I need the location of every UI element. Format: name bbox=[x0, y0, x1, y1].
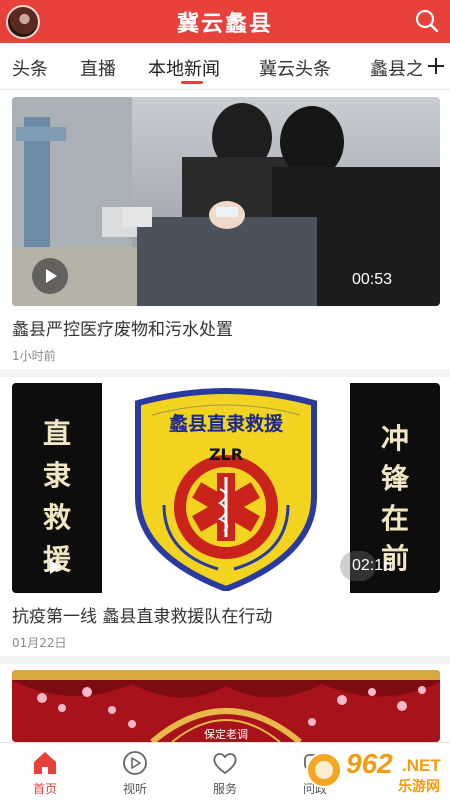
video-duration: 00:53 bbox=[352, 271, 393, 288]
feed-separator bbox=[0, 656, 450, 664]
nav-audio-video[interactable]: 视听 bbox=[100, 743, 170, 800]
tab-jiyun-headlines[interactable]: 冀云头条 bbox=[259, 55, 331, 81]
tab-live[interactable]: 直播 bbox=[80, 55, 116, 81]
watermark-brand: 962 bbox=[346, 748, 393, 779]
news-card[interactable]: 00:53 蠡县严控医疗废物和污水处置 1小时前 bbox=[12, 97, 440, 364]
watermark-tagline: 乐游网 bbox=[398, 779, 440, 795]
news-title[interactable]: 蠡县严控医疗废物和污水处置 bbox=[12, 315, 440, 340]
home-icon bbox=[34, 752, 56, 774]
play-icon[interactable] bbox=[36, 549, 72, 585]
play-icon[interactable] bbox=[32, 258, 68, 294]
heart-icon bbox=[213, 753, 237, 775]
video-thumbnail[interactable]: 00:53 bbox=[12, 97, 440, 306]
nav-services[interactable]: 服务 bbox=[190, 743, 260, 800]
nav-label: 首页 bbox=[32, 782, 57, 796]
nav-label: 视听 bbox=[122, 782, 147, 796]
tab-headlines[interactable]: 头条 bbox=[12, 55, 48, 81]
tab-local-news[interactable]: 本地新闻 bbox=[148, 55, 220, 81]
news-card[interactable]: 保定老调 bbox=[12, 670, 440, 742]
nav-label: 服务 bbox=[212, 782, 237, 796]
site-watermark: 962 .NET 乐游网 bbox=[302, 744, 450, 795]
play-circle-icon bbox=[123, 751, 147, 775]
video-thumbnail[interactable]: 保定老调 bbox=[12, 670, 440, 742]
right-banner-text: 冲锋在前 bbox=[380, 422, 409, 575]
tabs-divider bbox=[0, 89, 450, 90]
badge-top-text: 蠡县直隶救援 bbox=[168, 413, 283, 435]
category-tabs: 头条 直播 本地新闻 冀云头条 蠡县之 bbox=[0, 43, 450, 89]
news-timestamp: 01月22日 bbox=[12, 636, 67, 650]
app-header: 冀云蠡县 bbox=[0, 0, 450, 43]
active-tab-indicator bbox=[181, 81, 203, 84]
app-title: 冀云蠡县 bbox=[176, 12, 273, 37]
watermark-domain: .NET bbox=[402, 756, 441, 775]
nav-home[interactable]: 首页 bbox=[10, 743, 80, 800]
search-icon[interactable] bbox=[414, 8, 440, 34]
banner-caption: 保定老调 bbox=[204, 728, 248, 741]
news-timestamp: 1小时前 bbox=[12, 349, 56, 363]
add-channel-button[interactable] bbox=[422, 43, 450, 89]
news-title[interactable]: 抗疫第一线 蠡县直隶救援队在行动 bbox=[12, 602, 440, 627]
tab-lixian[interactable]: 蠡县之 bbox=[370, 55, 424, 81]
video-thumbnail[interactable]: 直隶救援 冲锋在前 蠡县直隶救援 ZLR 02:16 bbox=[12, 383, 440, 593]
badge-code: ZLR bbox=[208, 445, 244, 464]
video-duration: 02:16 bbox=[352, 557, 393, 574]
feed-separator bbox=[0, 369, 450, 377]
news-card[interactable]: 直隶救援 冲锋在前 蠡县直隶救援 ZLR 02:16 抗疫第一线 蠡县直隶救援队… bbox=[12, 383, 440, 651]
watermark-logo-icon bbox=[306, 752, 342, 788]
